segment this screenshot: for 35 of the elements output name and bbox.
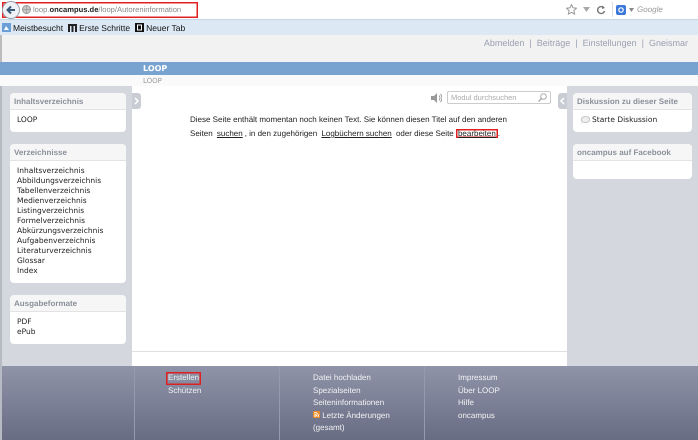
rss-icon	[313, 410, 320, 418]
panel-title: Diskussion zu dieser Seite	[573, 93, 692, 110]
footer-link[interactable]: oncampus	[456, 410, 497, 422]
search-engine-icon	[616, 4, 626, 14]
reload-icon[interactable]	[596, 4, 606, 14]
panel-title: oncampus auf Facebook	[573, 144, 692, 161]
globe-icon	[22, 5, 31, 14]
footer-link[interactable]: Hilfe	[456, 397, 476, 410]
expand-tab-icon[interactable]	[558, 93, 567, 109]
bookmark-link[interactable]: Neuer Tab	[146, 22, 186, 32]
text-link[interactable]: suchen	[214, 129, 245, 138]
panel-title: Verzeichnisse	[10, 144, 126, 161]
back-button[interactable]	[2, 0, 20, 18]
search-icon	[538, 93, 547, 102]
dropdown-icon[interactable]	[629, 8, 634, 12]
bookmark-link[interactable]: Meistbesucht	[13, 22, 64, 32]
panel-title: Inhaltsverzeichnis	[10, 93, 126, 110]
speaker-icon[interactable]	[431, 92, 442, 102]
separator: |	[529, 38, 532, 48]
content-text: Diese Seite enthält momentan noch keinen Text. Sie können diesen Titel auf den anderen Seiten suchen , in den zugehörigen Logbüchern suchen oder diese Seite bearbeiten .	[190, 114, 508, 140]
panel-title: Ausgabeformate	[10, 295, 126, 312]
footer-link[interactable]: Seiteninformationen	[311, 397, 386, 410]
text-link[interactable]: Logbüchern suchen	[319, 129, 394, 138]
separator: |	[575, 38, 578, 48]
speech-bubble-icon	[580, 116, 590, 124]
separator: |	[642, 38, 644, 48]
footer-link[interactable]: Letzte Änderungen (gesamt)	[311, 410, 405, 434]
bookmark-link[interactable]: Erste Schritte	[79, 22, 130, 32]
text-link[interactable]: bearbeiten	[456, 129, 498, 138]
bookmark-icon[interactable]	[135, 23, 144, 32]
banner-title: LOOP	[143, 64, 168, 73]
star-icon[interactable]	[566, 4, 577, 15]
bookmark-icon[interactable]	[68, 23, 78, 32]
dropdown-icon[interactable]	[583, 7, 590, 12]
expand-tab-icon[interactable]	[132, 93, 141, 109]
